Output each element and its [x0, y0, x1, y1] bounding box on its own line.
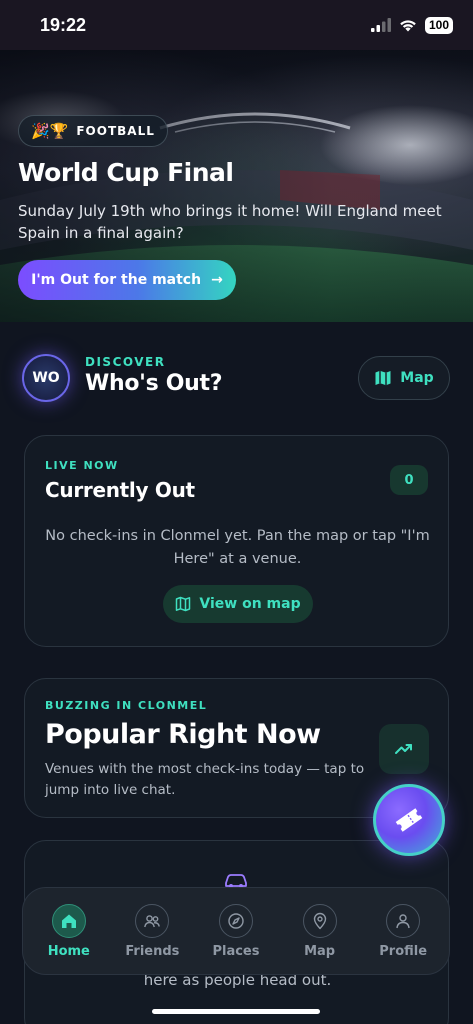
popular-description: Venues with the most check-ins today — t… — [45, 761, 365, 798]
im-out-button[interactable]: I'm Out for the match → — [18, 260, 236, 300]
popular-title: Popular Right Now — [45, 719, 321, 750]
signal-icon — [370, 18, 391, 32]
map-pin-icon — [302, 903, 337, 938]
map-button[interactable]: Map — [358, 356, 450, 400]
arrow-right-icon: → — [211, 272, 223, 288]
ticket-icon — [395, 808, 423, 832]
map-icon — [375, 370, 391, 386]
status-bar: 19:22 100 — [0, 0, 473, 50]
category-chip: 🎉🏆 FOOTBALL — [18, 115, 168, 147]
home-icon — [51, 903, 86, 938]
trending-button[interactable] — [379, 724, 429, 774]
chip-label: FOOTBALL — [76, 124, 155, 138]
tab-friends-label: Friends — [125, 943, 180, 959]
battery-indicator: 100 — [424, 16, 453, 34]
status-icons: 100 — [370, 16, 453, 34]
discover-header: WO DISCOVER Who's Out? Map — [22, 354, 450, 404]
tab-places-label: Places — [212, 943, 260, 959]
bottom-tab-bar: Home Friends Places Map Profile — [22, 887, 450, 975]
hero-description: Sunday July 19th who brings it home! Wil… — [18, 202, 442, 242]
tab-friends[interactable]: Friends — [112, 903, 192, 959]
ticket-fab-button[interactable] — [373, 784, 445, 856]
tab-profile[interactable]: Profile — [363, 903, 443, 959]
tab-home-label: Home — [47, 943, 90, 959]
view-on-map-label: View on map — [199, 596, 301, 612]
map-button-label: Map — [400, 370, 434, 386]
discover-eyebrow: DISCOVER — [85, 355, 166, 369]
tab-home[interactable]: Home — [29, 903, 109, 959]
hero-title: World Cup Final — [18, 158, 234, 187]
trending-up-icon — [395, 744, 412, 754]
view-on-map-button[interactable]: View on map — [163, 585, 313, 623]
popular-eyebrow: BUZZING IN CLONMEL — [45, 699, 208, 712]
discover-title: Who's Out? — [85, 371, 223, 396]
hero-banner[interactable]: 🎉🏆 FOOTBALL World Cup Final Sunday July … — [0, 50, 473, 322]
compass-icon — [218, 903, 253, 938]
profile-icon — [386, 903, 421, 938]
tab-map-label: Map — [304, 943, 336, 959]
live-eyebrow: LIVE NOW — [45, 459, 119, 472]
checkin-count-badge: 0 — [390, 465, 428, 495]
friends-icon — [135, 903, 170, 938]
status-time: 19:22 — [40, 14, 87, 35]
party-trophy-icon: 🎉🏆 — [31, 122, 69, 140]
tab-map[interactable]: Map — [280, 903, 360, 959]
tab-profile-label: Profile — [379, 943, 428, 959]
app-logo: WO — [22, 354, 70, 402]
live-now-card: LIVE NOW Currently Out 0 No check-ins in… — [24, 435, 449, 647]
wifi-icon — [400, 20, 416, 32]
currently-out-title: Currently Out — [45, 478, 195, 502]
tab-places[interactable]: Places — [196, 903, 276, 959]
empty-state-text: No check-ins in Clonmel yet. Pan the map… — [45, 528, 430, 567]
logo-text: WO — [32, 370, 60, 386]
home-indicator[interactable] — [152, 1009, 320, 1014]
im-out-button-label: I'm Out for the match — [31, 272, 202, 288]
map-outline-icon — [176, 596, 191, 612]
